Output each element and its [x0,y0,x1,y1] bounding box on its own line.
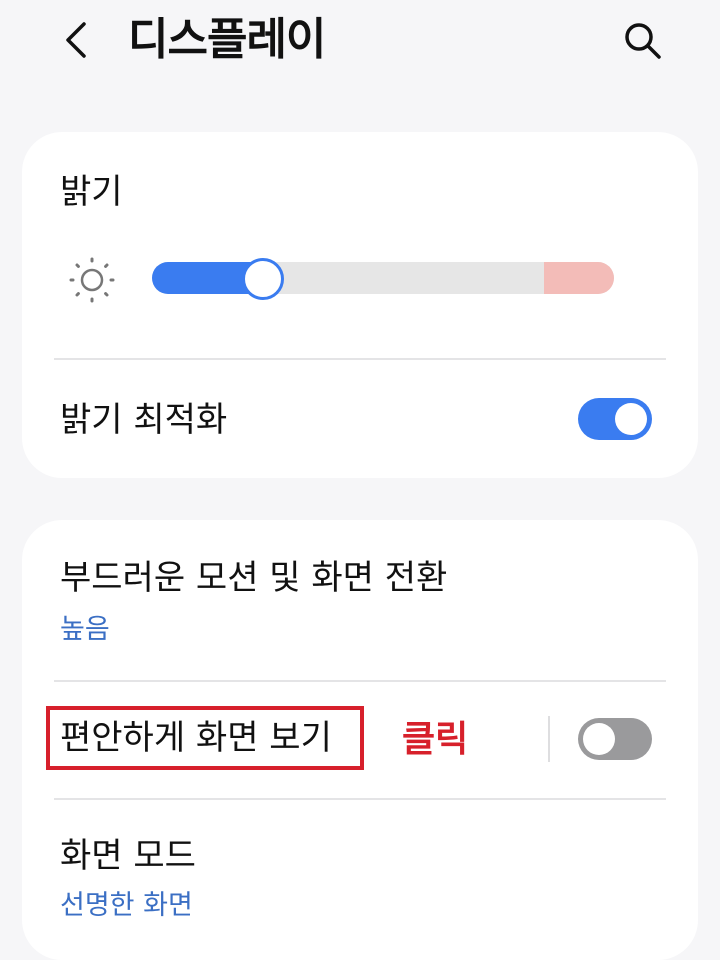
brightness-label: 밝기 [60,172,123,212]
eye-comfort-toggle[interactable] [578,718,652,760]
chevron-left-icon [66,22,86,58]
adaptive-brightness-toggle[interactable] [578,398,652,440]
search-icon [625,23,661,59]
sun-icon [69,257,115,303]
motion-smoothness-value: 높음 [60,614,110,645]
divider [54,358,666,360]
toggle-knob [583,723,615,755]
motion-smoothness-label: 부드러운 모션 및 화면 전환 [60,558,448,598]
screen-mode-label: 화면 모드 [60,836,196,876]
toggle-knob [615,403,647,435]
back-button[interactable] [52,14,100,66]
search-button[interactable] [616,14,670,68]
slider-thumb[interactable] [241,258,284,300]
extra-brightness-zone [544,262,614,294]
brightness-slider[interactable] [152,258,614,300]
screen-mode-row[interactable]: 화면 모드 선명한 화면 [22,800,698,940]
motion-smoothness-row[interactable]: 부드러운 모션 및 화면 전환 높음 [22,520,698,680]
slider-track [152,262,614,294]
click-annotation: 클릭 [402,719,469,760]
adaptive-brightness-label: 밝기 최적화 [60,400,228,440]
highlight-box [46,706,364,770]
vertical-separator [548,716,550,762]
brightness-card: 밝기 밝기 최적화 [22,132,698,478]
app-bar: 디스플레이 [0,0,720,90]
screen-mode-value: 선명한 화면 [60,890,193,921]
page-title: 디스플레이 [128,14,326,65]
